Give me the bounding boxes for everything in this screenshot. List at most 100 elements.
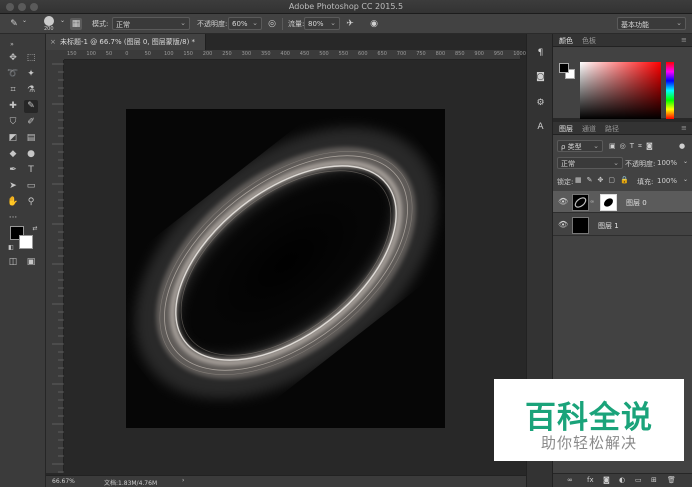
- brush-panel-toggle-icon[interactable]: ▦: [70, 18, 82, 30]
- ruler-tick-label: 600: [358, 51, 368, 57]
- visibility-eye-icon[interactable]: 👁: [558, 220, 568, 229]
- new-layer-icon[interactable]: ⊞: [651, 476, 657, 484]
- hand-tool-icon[interactable]: ✋: [6, 196, 20, 209]
- move-tool-icon[interactable]: ✥: [6, 52, 20, 65]
- workspace-value: 基本功能: [621, 21, 649, 29]
- eyedropper-tool-icon[interactable]: ⚗: [24, 84, 38, 97]
- rectangle-tool-icon[interactable]: ▭: [24, 180, 38, 193]
- status-menu-arrow-icon[interactable]: ›: [182, 477, 184, 484]
- more-tools-icon[interactable]: ···: [6, 212, 20, 225]
- layer-row-layer-1[interactable]: 👁 图层 1: [553, 214, 692, 236]
- tool-preset-arrow-icon[interactable]: ⌄: [22, 17, 27, 24]
- panel-foreground-swatch[interactable]: [559, 63, 569, 73]
- document-canvas[interactable]: [126, 109, 445, 428]
- layer-opacity-value[interactable]: 100%: [657, 159, 677, 167]
- opacity-label: 不透明度:: [197, 20, 228, 28]
- screen-mode-icon[interactable]: ▣: [24, 256, 38, 269]
- marquee-tool-icon[interactable]: ⬚: [24, 52, 38, 65]
- filter-toggle-icon[interactable]: ●: [679, 142, 685, 150]
- tab-color[interactable]: 颜色: [559, 36, 573, 46]
- paragraph-panel-icon[interactable]: ¶: [533, 46, 548, 60]
- flow-label: 流量:: [288, 20, 305, 28]
- document-tab[interactable]: × 未标题-1 @ 66.7% (图层 0, 图层蒙版/8) *: [46, 34, 206, 50]
- swap-colors-icon[interactable]: ⇄: [28, 222, 42, 235]
- lock-label: 锁定:: [557, 178, 574, 186]
- tab-layers[interactable]: 图层: [559, 124, 573, 134]
- layer-row-layer-0[interactable]: 👁 ∞ 图层 0: [553, 191, 692, 213]
- blur-tool-icon[interactable]: ◆: [6, 148, 20, 161]
- default-colors-icon[interactable]: ◧: [4, 241, 18, 254]
- character-panel-icon[interactable]: A: [533, 120, 548, 134]
- chevron-down-icon: ⌄: [180, 19, 186, 27]
- character-styles-icon[interactable]: ◙: [533, 70, 548, 84]
- new-group-icon[interactable]: ▭: [635, 476, 642, 484]
- quick-mask-icon[interactable]: ◫: [6, 256, 20, 269]
- healing-brush-tool-icon[interactable]: ✚: [6, 100, 20, 113]
- layer-opacity-label: 不透明度:: [625, 160, 656, 168]
- ruler-tick-label: 750: [416, 51, 426, 57]
- brush-tool-icon[interactable]: ✎: [24, 100, 38, 113]
- type-tool-icon[interactable]: T: [24, 164, 38, 177]
- quick-select-tool-icon[interactable]: ✦: [24, 68, 38, 81]
- mode-select[interactable]: 正常 ⌄: [112, 17, 190, 30]
- tool-presets-icon[interactable]: ⚙: [533, 96, 548, 110]
- fill-value[interactable]: 100%: [657, 177, 677, 185]
- blend-mode-value: 正常: [561, 160, 575, 168]
- dodge-tool-icon[interactable]: ●: [24, 148, 38, 161]
- brush-tool-icon[interactable]: ✎: [8, 18, 20, 30]
- airbrush-icon[interactable]: ✈: [344, 18, 356, 30]
- add-mask-icon[interactable]: ◙: [603, 476, 610, 484]
- layer-mask-thumbnail[interactable]: [600, 194, 617, 211]
- ruler-tick-label: 550: [338, 51, 349, 57]
- workspace-select[interactable]: 基本功能 ⌄: [617, 17, 686, 30]
- brush-picker-arrow-icon[interactable]: ⌄: [60, 17, 65, 24]
- gradient-tool-icon[interactable]: ▤: [24, 132, 38, 145]
- layer-style-icon[interactable]: fx: [587, 476, 594, 484]
- color-spectrum-field[interactable]: [580, 62, 661, 119]
- background-color-swatch[interactable]: [19, 235, 33, 249]
- horizontal-ruler[interactable]: 150 100 50 0 50 100 150 200 250 300 350 400 450 500 55…: [64, 50, 526, 60]
- watermark-subtitle: 助你轻松解决: [540, 434, 637, 452]
- panel-menu-icon[interactable]: ≡: [681, 124, 687, 132]
- path-select-tool-icon[interactable]: ➤: [6, 180, 20, 193]
- link-layers-icon[interactable]: ∞: [567, 476, 573, 484]
- close-tab-icon[interactable]: ×: [50, 34, 56, 50]
- eraser-tool-icon[interactable]: ◩: [6, 132, 20, 145]
- opacity-field[interactable]: 60% ⌄: [228, 17, 262, 30]
- blend-mode-select[interactable]: 正常 ⌄: [557, 157, 623, 169]
- zoom-level[interactable]: 66.67%: [52, 478, 75, 485]
- collapse-toolbar-icon[interactable]: »: [5, 38, 19, 51]
- pressure-opacity-icon[interactable]: ◎: [266, 18, 278, 30]
- ruler-tick-label: 800: [435, 51, 446, 57]
- ruler-tick-label: 700: [396, 51, 407, 57]
- visibility-eye-icon[interactable]: 👁: [558, 197, 568, 206]
- crop-tool-icon[interactable]: ⌗: [6, 84, 20, 97]
- chevron-down-icon[interactable]: ⌄: [683, 176, 688, 183]
- panel-menu-icon[interactable]: ≡: [681, 36, 687, 44]
- pen-tool-icon[interactable]: ✒: [6, 164, 20, 177]
- lock-icons[interactable]: ▦✎✥▢🔒: [575, 176, 634, 184]
- brush-size-label: 200: [44, 26, 54, 32]
- tab-swatches[interactable]: 色板: [582, 36, 596, 46]
- ruler-tick-label: 450: [299, 51, 310, 57]
- tab-channels[interactable]: 通道: [582, 124, 596, 134]
- flow-field[interactable]: 80% ⌄: [304, 17, 340, 30]
- history-brush-tool-icon[interactable]: ✐: [24, 116, 38, 129]
- layer-filter-select[interactable]: ρ 类型 ⌄: [557, 140, 603, 152]
- delete-layer-icon[interactable]: 🗑: [667, 476, 676, 484]
- vertical-ruler[interactable]: [46, 60, 64, 473]
- filter-type-icons[interactable]: ▣◎T⌗◙: [609, 142, 657, 151]
- ruler-origin[interactable]: [46, 50, 64, 60]
- layer-thumbnail: [572, 194, 589, 211]
- chevron-down-icon[interactable]: ⌄: [683, 158, 688, 165]
- clone-stamp-tool-icon[interactable]: ⛉: [6, 116, 20, 129]
- document-tab-label: 未标题-1 @ 66.7% (图层 0, 图层蒙版/8) *: [60, 38, 196, 46]
- layer-name: 图层 1: [598, 222, 619, 230]
- tab-paths[interactable]: 路径: [605, 124, 619, 134]
- zoom-tool-icon[interactable]: ⚲: [24, 196, 38, 209]
- mask-link-icon[interactable]: ∞: [590, 199, 594, 205]
- lasso-tool-icon[interactable]: ➰: [6, 68, 20, 81]
- adjustment-layer-icon[interactable]: ◐: [619, 476, 625, 484]
- pressure-size-icon[interactable]: ◉: [368, 18, 380, 30]
- hue-slider[interactable]: [666, 62, 674, 119]
